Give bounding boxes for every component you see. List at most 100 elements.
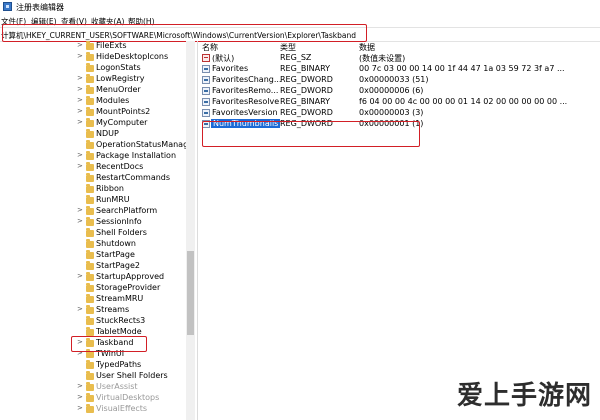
tree-item-fileexts[interactable]: > FileExts: [0, 41, 190, 52]
folder-icon: [86, 250, 94, 259]
chevron-right-icon[interactable]: >: [77, 305, 83, 313]
pane-divider[interactable]: [197, 41, 198, 420]
tree-item-mountpoints2[interactable]: > MountPoints2: [0, 107, 190, 118]
tree-item-label: Modules: [96, 96, 130, 105]
tree-item-restartcommands[interactable]: RestartCommands: [0, 173, 190, 184]
value-row[interactable]: FavoritesRemo... REG_DWORD 0x00000006 (6): [199, 86, 600, 97]
tree-item-recentdocs[interactable]: > RecentDocs: [0, 162, 190, 173]
tree-item-label: StartPage2: [96, 261, 140, 270]
tree-item-stuckrects3[interactable]: StuckRects3: [0, 316, 190, 327]
tree-item-streammru[interactable]: StreamMRU: [0, 294, 190, 305]
value-row[interactable]: FavoritesChang... REG_DWORD 0x00000033 (51…: [199, 75, 600, 86]
tree-scrollbar-thumb[interactable]: [187, 251, 194, 335]
chevron-right-icon[interactable]: >: [77, 206, 83, 214]
chevron-right-icon[interactable]: >: [77, 96, 83, 104]
folder-icon: [86, 63, 94, 72]
folder-icon: [86, 129, 94, 138]
tree-item-ndup[interactable]: NDUP: [0, 129, 190, 140]
folder-icon: [86, 239, 94, 248]
tree-item-label: FileExts: [96, 41, 127, 50]
value-type: REG_DWORD: [280, 86, 333, 95]
tree-item-label: Shutdown: [96, 239, 136, 248]
tree-item-label: VirtualDesktops: [96, 393, 160, 402]
chevron-right-icon[interactable]: >: [77, 85, 83, 93]
tree-item-virtualdesktops[interactable]: > VirtualDesktops: [0, 393, 190, 404]
tree-item-label: StreamMRU: [96, 294, 144, 303]
tree-item-package-installation[interactable]: > Package Installation: [0, 151, 190, 162]
chevron-right-icon[interactable]: >: [77, 41, 83, 49]
column-header-name[interactable]: 名称: [202, 42, 218, 53]
tree-item-searchplatform[interactable]: > SearchPlatform: [0, 206, 190, 217]
folder-icon: [86, 118, 94, 127]
tree-item-label: Streams: [96, 305, 130, 314]
column-header-type[interactable]: 类型: [280, 42, 296, 53]
tree-item-userassist[interactable]: > UserAssist: [0, 382, 190, 393]
column-header-data[interactable]: 数据: [359, 42, 375, 53]
title-bar: 注册表编辑器: [0, 0, 600, 14]
value-row[interactable]: FavoritesVersion REG_DWORD 0x00000003 (3): [199, 108, 600, 119]
tree-item-label: HideDesktopIcons: [96, 52, 169, 61]
tree-item-visualeffects[interactable]: > VisualEffects: [0, 404, 190, 415]
selected-value-highlight-box: [202, 121, 420, 147]
value-name: FavoritesChang...: [212, 75, 282, 84]
registry-editor-icon: [3, 2, 12, 11]
tree-item-sessioninfo[interactable]: > SessionInfo: [0, 217, 190, 228]
tree-item-label: StorageProvider: [96, 283, 161, 292]
tree-item-startpage2[interactable]: StartPage2: [0, 261, 190, 272]
tree-item-lowregistry[interactable]: > LowRegistry: [0, 74, 190, 85]
value-name: FavoritesResolve: [212, 97, 280, 106]
tree-item-shell-folders[interactable]: Shell Folders: [0, 228, 190, 239]
chevron-right-icon[interactable]: >: [77, 217, 83, 225]
tree-item-shutdown[interactable]: Shutdown: [0, 239, 190, 250]
folder-icon: [86, 173, 94, 182]
chevron-right-icon[interactable]: >: [77, 74, 83, 82]
chevron-right-icon[interactable]: >: [77, 404, 83, 412]
chevron-right-icon[interactable]: >: [77, 118, 83, 126]
chevron-right-icon[interactable]: >: [77, 52, 83, 60]
folder-icon: [86, 228, 94, 237]
tree-item-label: User Shell Folders: [96, 371, 168, 380]
tree-item-startupapproved[interactable]: > StartupApproved: [0, 272, 190, 283]
tree-item-typedpaths[interactable]: TypedPaths: [0, 360, 190, 371]
address-highlight-box: [2, 24, 367, 42]
tree-item-streams[interactable]: > Streams: [0, 305, 190, 316]
value-row[interactable]: Favorites REG_BINARY 00 7c 03 00 00 14 00 …: [199, 64, 600, 75]
value-row[interactable]: (默认) REG_SZ (数值未设置): [199, 53, 600, 64]
window-title: 注册表编辑器: [16, 3, 64, 12]
tree-item-modules[interactable]: > Modules: [0, 96, 190, 107]
tree-item-hidedesktopicons[interactable]: > HideDesktopIcons: [0, 52, 190, 63]
binary-value-icon: [202, 76, 210, 84]
folder-icon: [86, 360, 94, 369]
tree-scrollbar[interactable]: [186, 41, 195, 420]
tree-item-startpage[interactable]: StartPage: [0, 250, 190, 261]
folder-icon: [86, 217, 94, 226]
tree-item-label: TabletMode: [96, 327, 142, 336]
values-list: 名称 类型 数据 (默认) REG_SZ (数值未设置) Favorites REG_B…: [199, 41, 600, 420]
chevron-right-icon[interactable]: >: [77, 162, 83, 170]
tree-item-runmru[interactable]: RunMRU: [0, 195, 190, 206]
chevron-right-icon[interactable]: >: [77, 393, 83, 401]
value-data: f6 04 00 00 4c 00 00 00 01 14 02 00 00 0…: [359, 97, 568, 106]
string-value-icon: [202, 54, 210, 62]
chevron-right-icon[interactable]: >: [77, 272, 83, 280]
tree-item-label: SearchPlatform: [96, 206, 158, 215]
value-data: 00 7c 03 00 00 14 00 1f 44 47 1a 03 59 7…: [359, 64, 565, 73]
folder-icon: [86, 151, 94, 160]
tree-item-operationstatusmanage[interactable]: OperationStatusManage: [0, 140, 193, 151]
chevron-right-icon[interactable]: >: [77, 382, 83, 390]
folder-icon: [86, 206, 94, 215]
tree-item-logonstats[interactable]: LogonStats: [0, 63, 190, 74]
tree-item-label: RestartCommands: [96, 173, 171, 182]
chevron-right-icon[interactable]: >: [77, 151, 83, 159]
value-name: FavoritesRemo...: [212, 86, 279, 95]
tree-item-menuorder[interactable]: > MenuOrder: [0, 85, 190, 96]
tree-item-user-shell-folders[interactable]: User Shell Folders: [0, 371, 190, 382]
tree-item-label: LogonStats: [96, 63, 141, 72]
folder-icon: [86, 96, 94, 105]
tree-item-ribbon[interactable]: Ribbon: [0, 184, 190, 195]
tree-item-storageprovider[interactable]: StorageProvider: [0, 283, 190, 294]
value-row[interactable]: FavoritesResolve REG_BINARY f6 04 00 00 4c…: [199, 97, 600, 108]
value-data: 0x00000003 (3): [359, 108, 424, 117]
chevron-right-icon[interactable]: >: [77, 107, 83, 115]
tree-item-mycomputer[interactable]: > MyComputer: [0, 118, 190, 129]
